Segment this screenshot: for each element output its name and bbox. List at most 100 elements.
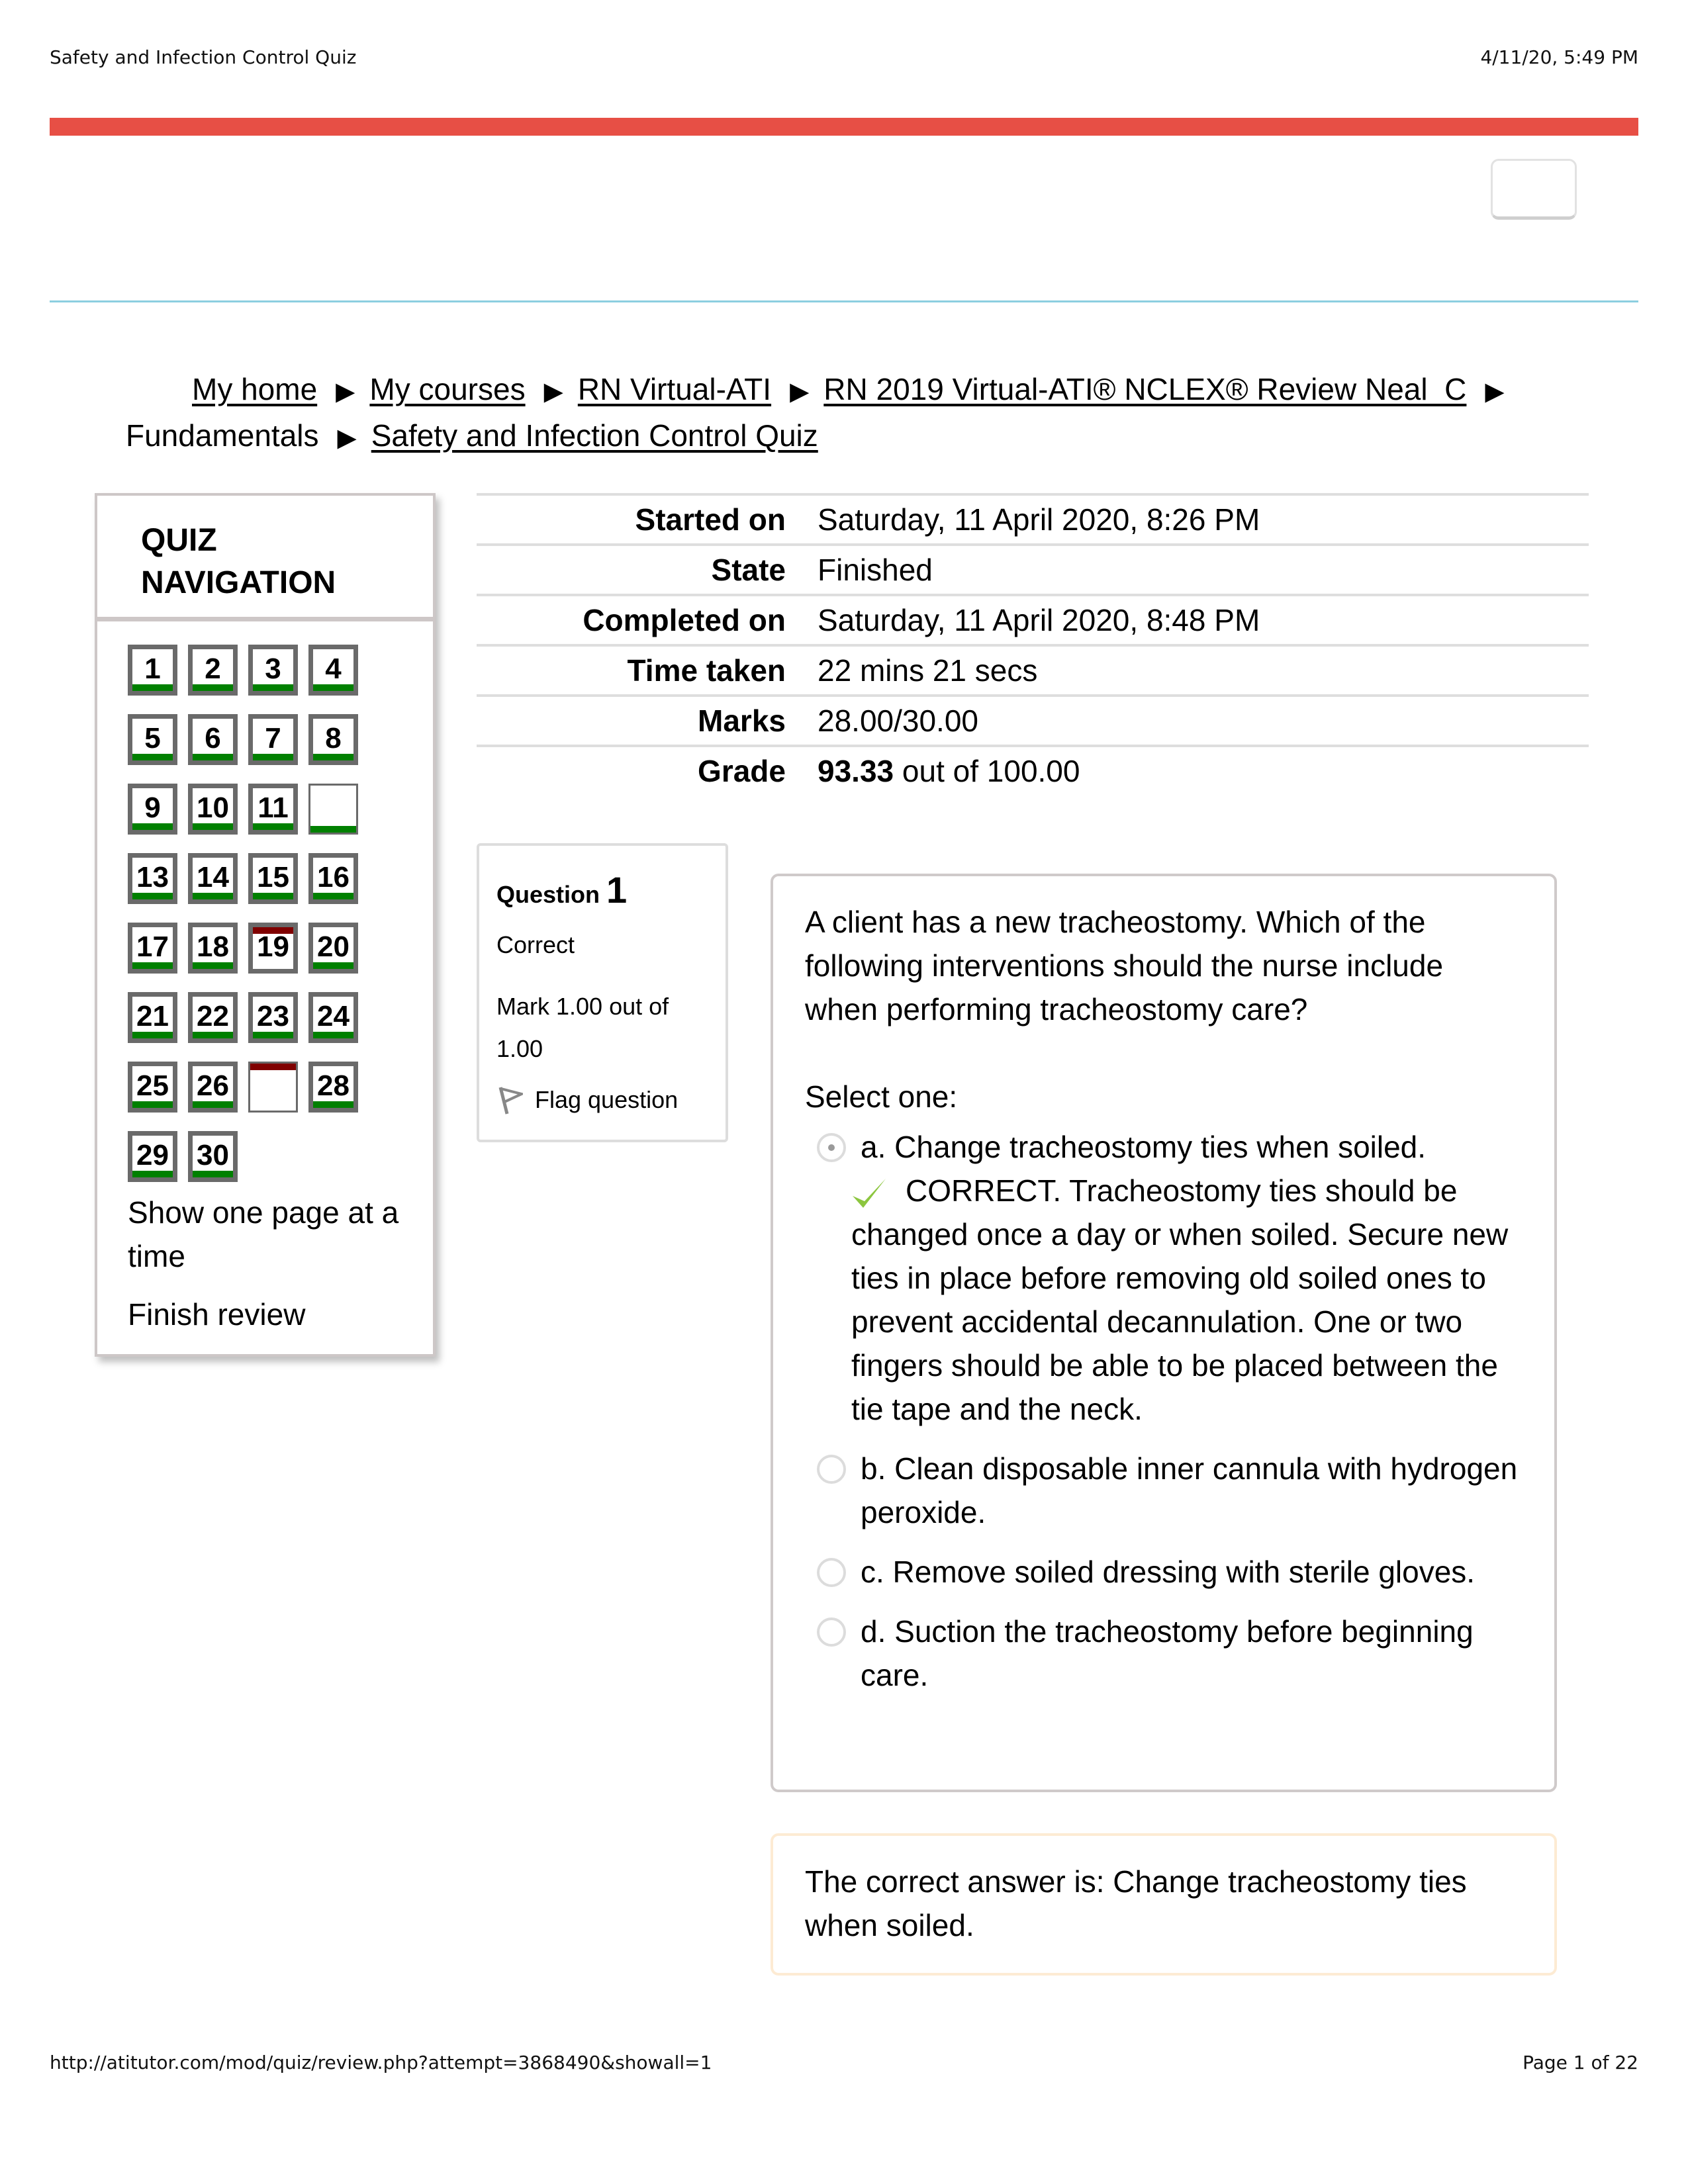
radio-selected[interactable] — [817, 1133, 846, 1162]
question-mark: Mark 1.00 out of 1.00 — [496, 993, 669, 1062]
quiz-navigation-title: QUIZ NAVIGATION — [97, 496, 433, 621]
question-nav-button[interactable]: 10 — [188, 784, 238, 835]
question-nav-button[interactable]: 17 — [128, 923, 177, 974]
summary-row: Completed on Saturday, 11 April 2020, 8:… — [477, 594, 1589, 644]
flag-question-button[interactable]: Flag question — [496, 1085, 708, 1115]
answer-option-b[interactable]: b. Clean disposable inner cannula with h… — [805, 1447, 1523, 1534]
correct-indicator — [193, 684, 233, 691]
question-nav-button[interactable]: 24 — [308, 992, 358, 1043]
summary-row: Started on Saturday, 11 April 2020, 8:26… — [477, 493, 1589, 543]
question-nav-button[interactable]: 29 — [128, 1131, 177, 1182]
correct-indicator — [253, 684, 293, 691]
summary-row: Time taken 22 mins 21 secs — [477, 644, 1589, 694]
correct-indicator — [132, 1171, 173, 1177]
question-info: Question 1 Correct Mark 1.00 out of 1.00… — [477, 843, 728, 1142]
breadcrumb-my-home[interactable]: My home — [192, 372, 317, 406]
question-nav-button[interactable]: 3 — [248, 645, 298, 696]
question-nav-button[interactable]: 5 — [128, 714, 177, 765]
breadcrumb-fundamentals: Fundamentals — [126, 418, 319, 453]
correct-indicator — [132, 684, 173, 691]
triangle-right-icon: ▶ — [336, 378, 355, 406]
radio-unselected[interactable] — [817, 1558, 846, 1587]
question-nav-button[interactable]: 14 — [188, 853, 238, 904]
question-nav-button[interactable]: 30 — [188, 1131, 238, 1182]
breadcrumb-rn-virtual-ati[interactable]: RN Virtual-ATI — [578, 372, 771, 406]
print-page-number: Page 1 of 22 — [1523, 2052, 1638, 2073]
correct-indicator — [313, 962, 353, 969]
attempt-summary: Started on Saturday, 11 April 2020, 8:26… — [477, 493, 1589, 795]
menu-button[interactable] — [1491, 159, 1577, 220]
radio-unselected[interactable] — [817, 1455, 846, 1484]
correct-indicator — [193, 823, 233, 830]
question-nav-button[interactable] — [308, 784, 358, 835]
print-title: Safety and Infection Control Quiz — [50, 46, 357, 68]
correct-indicator — [193, 1032, 233, 1038]
select-one-prompt: Select one: — [805, 1079, 958, 1114]
header-divider — [50, 300, 1638, 302]
answer-option-c[interactable]: c. Remove soiled dressing with sterile g… — [805, 1550, 1523, 1594]
question-nav-button[interactable]: 4 — [308, 645, 358, 696]
question-nav-button[interactable]: 18 — [188, 923, 238, 974]
breadcrumb-quiz[interactable]: Safety and Infection Control Quiz — [371, 418, 818, 453]
question-nav-button[interactable]: 13 — [128, 853, 177, 904]
question-nav-button[interactable]: 28 — [308, 1062, 358, 1113]
question-nav-button[interactable]: 22 — [188, 992, 238, 1043]
triangle-right-icon: ▶ — [337, 424, 357, 452]
correct-indicator — [193, 754, 233, 760]
correct-indicator — [132, 962, 173, 969]
print-footer: http://atitutor.com/mod/quiz/review.php?… — [50, 2052, 1638, 2073]
breadcrumb-course[interactable]: RN 2019 Virtual-ATI® NCLEX® Review Neal_… — [823, 372, 1466, 406]
question-nav-button[interactable]: 16 — [308, 853, 358, 904]
breadcrumb-my-courses[interactable]: My courses — [369, 372, 525, 406]
question-content: A client has a new tracheostomy. Which o… — [771, 874, 1557, 1792]
answer-option-a[interactable]: a. Change tracheostomy ties when soiled.… — [805, 1125, 1523, 1431]
print-url: http://atitutor.com/mod/quiz/review.php?… — [50, 2052, 712, 2073]
check-icon — [853, 1178, 886, 1208]
correct-answer-text: The correct answer is: Change tracheosto… — [805, 1864, 1467, 1942]
question-nav-button[interactable]: 7 — [248, 714, 298, 765]
question-nav-button[interactable]: 2 — [188, 645, 238, 696]
question-nav-button[interactable]: 6 — [188, 714, 238, 765]
correct-indicator — [132, 1101, 173, 1108]
print-header: Safety and Infection Control Quiz 4/11/2… — [50, 46, 1638, 68]
breadcrumb: My home ▶ My courses ▶ RN Virtual-ATI ▶ RN 201… — [126, 367, 1582, 460]
correct-indicator — [193, 962, 233, 969]
correct-answer-box: The correct answer is: Change tracheosto… — [771, 1833, 1557, 1976]
question-nav-button[interactable]: 25 — [128, 1062, 177, 1113]
finish-review-link[interactable]: Finish review — [128, 1293, 419, 1336]
correct-indicator — [313, 1032, 353, 1038]
question-nav-button[interactable]: 9 — [128, 784, 177, 835]
question-nav-button[interactable]: 26 — [188, 1062, 238, 1113]
question-nav-button[interactable]: 19 — [248, 923, 298, 974]
correct-indicator — [313, 893, 353, 899]
show-one-page-link[interactable]: Show one page at a time — [128, 1191, 419, 1278]
correct-indicator — [253, 893, 293, 899]
question-nav-button[interactable]: 21 — [128, 992, 177, 1043]
summary-row: State Finished — [477, 543, 1589, 594]
summary-row: Marks 28.00/30.00 — [477, 694, 1589, 745]
question-nav-button[interactable]: 1 — [128, 645, 177, 696]
question-nav-button[interactable]: 20 — [308, 923, 358, 974]
print-datetime: 4/11/20, 5:49 PM — [1480, 46, 1638, 68]
question-nav-button[interactable]: 15 — [248, 853, 298, 904]
correct-indicator — [313, 684, 353, 691]
triangle-right-icon: ▶ — [1485, 378, 1505, 406]
correct-indicator — [313, 1101, 353, 1108]
question-nav-button[interactable]: 11 — [248, 784, 298, 835]
correct-indicator — [193, 1101, 233, 1108]
grade-score: 93.33 — [818, 754, 894, 788]
radio-unselected[interactable] — [817, 1617, 846, 1647]
flag-icon — [498, 1087, 523, 1115]
summary-row-grade: Grade 93.33 out of 100.00 — [477, 745, 1589, 795]
correct-indicator — [310, 826, 356, 833]
correct-indicator — [132, 893, 173, 899]
question-nav-button[interactable] — [248, 1062, 298, 1113]
answer-option-d[interactable]: d. Suction the tracheostomy before begin… — [805, 1610, 1523, 1697]
correct-indicator — [253, 823, 293, 830]
question-nav-button[interactable]: 8 — [308, 714, 358, 765]
question-nav-button[interactable]: 23 — [248, 992, 298, 1043]
correct-indicator — [132, 754, 173, 760]
correct-indicator — [313, 754, 353, 760]
quiz-navigation-panel: QUIZ NAVIGATION 1 2 3 4 5 6 7 8 9 10 11 13 14 15 16 17 1… — [95, 493, 436, 1357]
correct-indicator — [193, 1171, 233, 1177]
